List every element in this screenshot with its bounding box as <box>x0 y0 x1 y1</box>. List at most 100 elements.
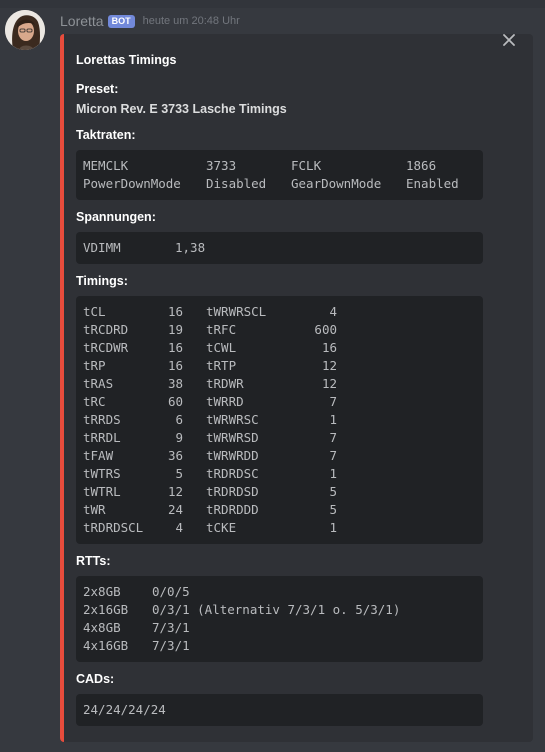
timings-row-cell: 9 <box>175 430 183 445</box>
timings-row-cell: 12 <box>321 376 337 391</box>
username[interactable]: Loretta <box>60 13 104 29</box>
field-label-taktraten: Taktraten: <box>76 128 136 142</box>
timings-row-cell: tWRWRSD <box>206 430 259 445</box>
field-label-spannungen: Spannungen: <box>76 210 156 224</box>
timings-row-cell: tRDRDSD <box>206 484 259 499</box>
timings-row-cell: 600 <box>314 322 337 337</box>
timings-row-cell: 4 <box>329 304 337 319</box>
rtts-row: 4x16GB 7/3/1 <box>83 637 476 655</box>
taktraten-row-cell: PowerDownMode <box>83 176 181 191</box>
timings-row-cell: tRCDRD <box>83 322 129 337</box>
bot-tag: BOT <box>107 14 135 28</box>
timings-row-cell: 19 <box>167 322 183 337</box>
timings-row-cell: 16 <box>167 340 183 355</box>
timings-row-cell: tRTP <box>206 358 237 373</box>
timings-row: tCL 16 tWRWRSCL 4 <box>83 303 476 321</box>
timings-row: tFAW 36 tWRWRDD 7 <box>83 447 476 465</box>
timings-row-cell: tWR <box>83 502 106 517</box>
timings-row-cell: 16 <box>167 304 183 319</box>
timings-row-cell: tRDRDSC <box>206 466 259 481</box>
timings-row-cell: 1 <box>329 520 337 535</box>
taktraten-row-cell: Enabled <box>406 176 459 191</box>
timestamp: heute um 20:48 Uhr <box>142 15 240 27</box>
timings-row-cell: 16 <box>167 358 183 373</box>
taktraten-row-cell: 1866 <box>406 158 437 173</box>
rtts-row: 2x8GB 0/0/5 <box>83 583 476 601</box>
codeblock-taktraten: MEMCLK 3733 FCLK 1866 PowerDownMode Disabled G… <box>76 150 483 200</box>
field-label-rtts: RTTs: <box>76 554 111 568</box>
timings-row-cell: tRDWR <box>206 376 244 391</box>
taktraten-row-cell: GearDownMode <box>291 176 382 191</box>
rtts-row-cell: 2x16GB <box>83 602 129 617</box>
timings-row-cell: tWRRD <box>206 394 244 409</box>
timings-row: tWTRS 5 tRDRDSC 1 <box>83 465 476 483</box>
timings-row-cell: 16 <box>321 340 337 355</box>
timings-row-cell: tWTRL <box>83 484 121 499</box>
taktraten-row: MEMCLK 3733 FCLK 1866 <box>83 157 476 175</box>
timings-row-cell: tRFC <box>206 322 237 337</box>
rtts-row-cell: 2x8GB <box>83 584 121 599</box>
embed-title: Lorettas Timings <box>76 53 177 67</box>
taktraten-row: PowerDownMode Disabled GearDownMode Enabled <box>83 175 476 193</box>
timings-row-cell: 5 <box>329 502 337 517</box>
timings-row-cell: tCKE <box>206 520 237 535</box>
codeblock-spannungen: VDIMM 1,38 <box>76 232 483 264</box>
timings-row-cell: 12 <box>321 358 337 373</box>
top-divider <box>0 0 545 8</box>
timings-row-cell: 1 <box>329 466 337 481</box>
timings-row-cell: 7 <box>329 430 337 445</box>
field-value-preset: Micron Rev. E 3733 Lasche Timings <box>76 102 287 116</box>
timings-row-cell: tRRDL <box>83 430 121 445</box>
close-icon[interactable] <box>499 30 519 50</box>
timings-row-cell: 5 <box>175 466 183 481</box>
spannungen-row-cell: 1,38 <box>175 240 206 255</box>
avatar-image <box>5 10 45 50</box>
rtts-row-cell: 0/3/1 (Alternativ 7/3/1 o. 5/3/1) <box>152 602 401 617</box>
timings-row-cell: tRC <box>83 394 106 409</box>
timings-row-cell: tRAS <box>83 376 114 391</box>
timings-row-cell: tRRDS <box>83 412 121 427</box>
timings-row-cell: tWRWRDD <box>206 448 259 463</box>
spannungen-row: VDIMM 1,38 <box>83 239 476 257</box>
timings-row-cell: tCWL <box>206 340 237 355</box>
timings-row-cell: 5 <box>329 484 337 499</box>
taktraten-row-cell: 3733 <box>206 158 237 173</box>
timings-row: tRAS 38 tRDWR 12 <box>83 375 476 393</box>
taktraten-row-cell: MEMCLK <box>83 158 129 173</box>
timings-row: tWR 24 tRDRDDD 5 <box>83 501 476 519</box>
timings-row-cell: tWRWRSC <box>206 412 259 427</box>
timings-row-cell: 24 <box>167 502 183 517</box>
timings-row-cell: tRDRDDD <box>206 502 259 517</box>
rtts-row-cell: 4x16GB <box>83 638 129 653</box>
timings-row: tRRDS 6 tWRWRSC 1 <box>83 411 476 429</box>
timings-row-cell: tFAW <box>83 448 114 463</box>
rtts-row-cell: 4x8GB <box>83 620 121 635</box>
codeblock-rtts: 2x8GB 0/0/5 2x16GB 0/3/1 (Alternativ 7/3/1 … <box>76 576 483 662</box>
codeblock-timings: tCL 16 tWRWRSCL 4 tRCDRD 19 tRFC 600 tRCDWR 16 tCW… <box>76 296 483 544</box>
timings-row: tRC 60 tWRRD 7 <box>83 393 476 411</box>
rtts-row: 2x16GB 0/3/1 (Alternativ 7/3/1 o. 5/3/1) <box>83 601 476 619</box>
rtts-row-cell: 7/3/1 <box>152 620 190 635</box>
field-label-timings: Timings: <box>76 274 128 288</box>
timings-row: tRP 16 tRTP 12 <box>83 357 476 375</box>
timings-row-cell: tCL <box>83 304 106 319</box>
timings-row-cell: 4 <box>175 520 183 535</box>
timings-row-cell: 12 <box>167 484 183 499</box>
field-label-preset: Preset: <box>76 82 119 96</box>
codeblock-cads: 24/24/24/24 <box>76 694 483 726</box>
taktraten-row-cell: Disabled <box>206 176 267 191</box>
field-label-cads: CADs: <box>76 672 115 686</box>
rtts-row-cell: 0/0/5 <box>152 584 190 599</box>
taktraten-row-cell: FCLK <box>291 158 322 173</box>
timings-row: tRCDWR 16 tCWL 16 <box>83 339 476 357</box>
spannungen-row-cell: VDIMM <box>83 240 121 255</box>
timings-row-cell: 6 <box>175 412 183 427</box>
timings-row-cell: 36 <box>167 448 183 463</box>
timings-row-cell: 7 <box>329 394 337 409</box>
cads-value: 24/24/24/24 <box>83 702 166 717</box>
timings-row-cell: 7 <box>329 448 337 463</box>
avatar[interactable] <box>5 10 45 50</box>
timings-row: tRCDRD 19 tRFC 600 <box>83 321 476 339</box>
timings-row-cell: tRDRDSCL <box>83 520 144 535</box>
timings-row-cell: 60 <box>167 394 183 409</box>
